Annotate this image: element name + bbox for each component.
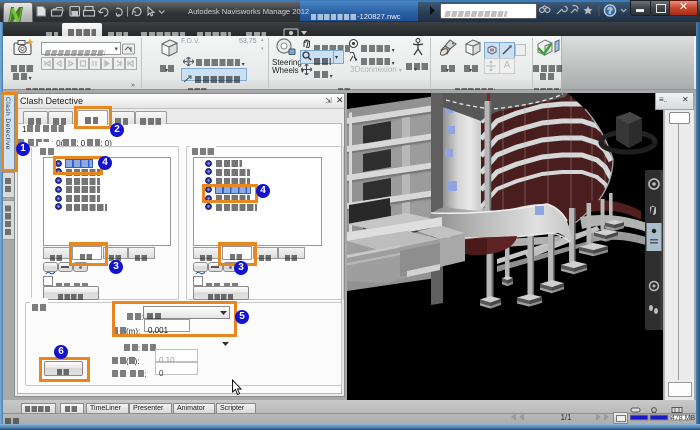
svg-text:1/1: 1/1 <box>560 413 572 422</box>
svg-text:?: ? <box>607 6 612 16</box>
